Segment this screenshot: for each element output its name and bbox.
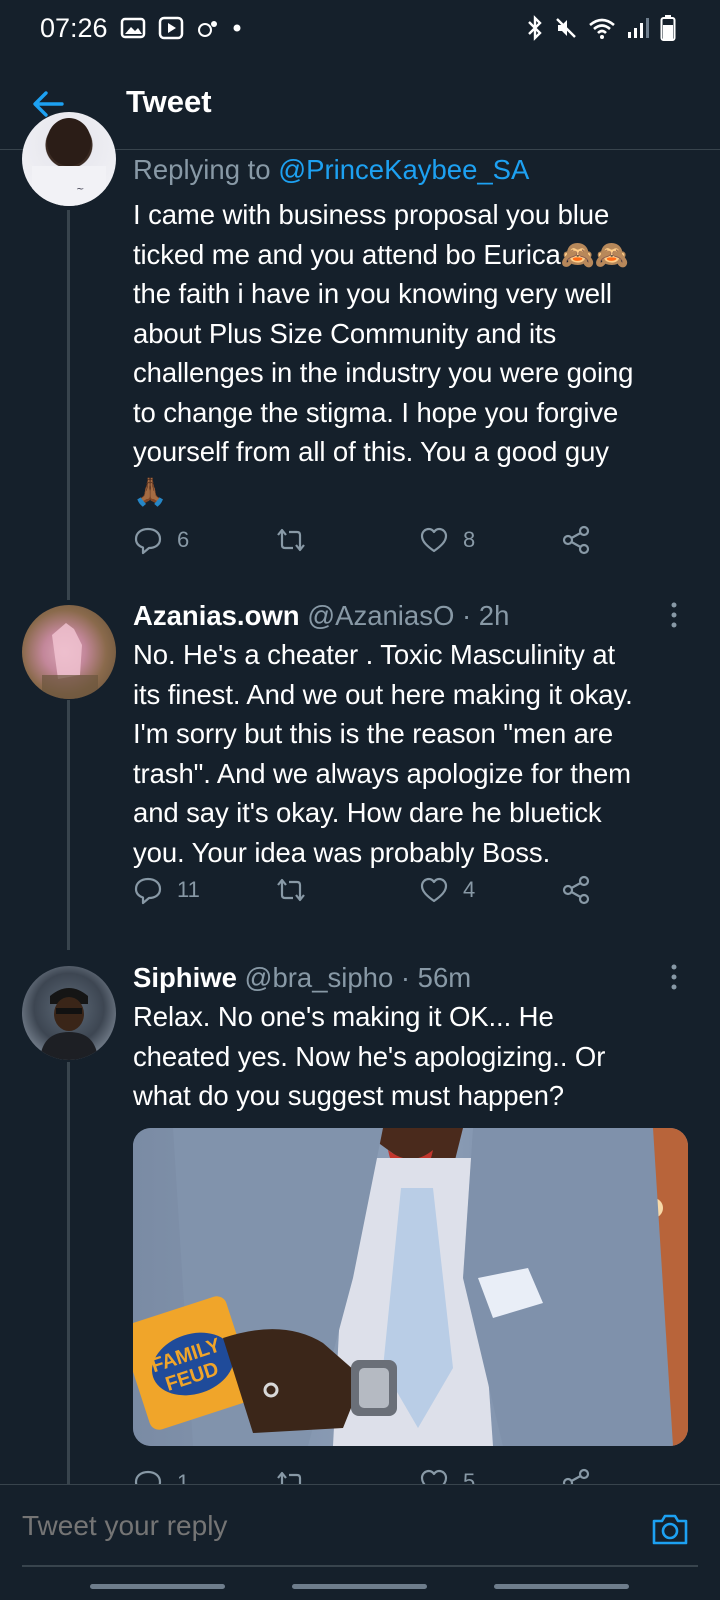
tweet-content: Azanias.own @AzaniasO · 2h No. He's a ch…: [133, 596, 690, 872]
more-options-button[interactable]: [662, 962, 686, 992]
avatar[interactable]: ~: [22, 112, 116, 206]
dot-icon: [232, 23, 242, 33]
reply-icon: [134, 877, 162, 905]
battery-icon: [660, 14, 676, 42]
like-count: 8: [463, 527, 476, 552]
avatar[interactable]: [22, 605, 116, 699]
retweet-icon: [277, 1471, 302, 1484]
camera-icon: [652, 1514, 688, 1545]
replying-to-handle[interactable]: @PrinceKaybee_SA: [278, 154, 529, 185]
status-bar: 07:26: [0, 0, 720, 56]
status-time: 07:26: [40, 12, 108, 43]
share-icon: [562, 525, 590, 555]
status-left: 07:26: [40, 13, 242, 44]
tweet-content: Replying to @PrinceKaybee_SA I came with…: [133, 150, 690, 511]
share-button[interactable]: [561, 875, 591, 905]
signal-notification-icon: [196, 18, 220, 38]
nav-home-button[interactable]: [292, 1584, 427, 1589]
reply-composer: [0, 1484, 720, 1574]
tweet-text: I came with business proposal you blue t…: [133, 199, 634, 507]
tweet-text: No. He's a cheater . Toxic Masculinity a…: [133, 639, 633, 868]
replying-to-line: Replying to @PrinceKaybee_SA: [133, 150, 690, 189]
more-options-button[interactable]: [662, 600, 686, 630]
page-title: Tweet: [126, 84, 212, 119]
retweet-button[interactable]: [273, 1468, 323, 1484]
tweet-actions: 6 8: [133, 520, 603, 560]
reply-button[interactable]: 6: [133, 525, 189, 555]
reply-icon: [134, 527, 162, 555]
handle-and-time: @bra_sipho · 56m: [236, 962, 472, 993]
reply-input[interactable]: [22, 1503, 622, 1549]
reply-count: 11: [177, 877, 200, 902]
bluetooth-icon: [526, 15, 544, 41]
camera-button[interactable]: [650, 1511, 690, 1547]
nav-recents-button[interactable]: [90, 1584, 225, 1589]
share-icon: [562, 875, 590, 905]
tweet[interactable]: ~ Replying to @PrinceKaybee_SA I came wi…: [0, 112, 720, 570]
tweet-content: Siphiwe @bra_sipho · 56m Relax. No one's…: [133, 958, 690, 1116]
like-button[interactable]: 8: [419, 526, 475, 554]
retweet-icon: [277, 528, 305, 552]
like-button[interactable]: 4: [419, 876, 475, 904]
like-count: 4: [463, 877, 476, 902]
heart-icon: [420, 527, 448, 553]
handle-and-time: @AzaniasO · 2h: [299, 600, 510, 631]
reply-count: 6: [177, 527, 190, 552]
share-icon: [562, 1468, 590, 1484]
reply-button[interactable]: 1: [133, 1468, 189, 1484]
tweet-media-image[interactable]: FAMILY FEUD: [133, 1128, 688, 1446]
like-count: 5: [463, 1469, 476, 1484]
share-button[interactable]: [561, 1468, 591, 1484]
reply-count: 1: [177, 1470, 190, 1484]
replying-to-label: Replying to: [133, 154, 279, 185]
tweet-header: Azanias.own @AzaniasO · 2h: [133, 596, 690, 635]
svg-text:~: ~: [76, 184, 84, 195]
status-right: [526, 14, 676, 42]
avatar[interactable]: [22, 966, 116, 1060]
display-name[interactable]: Siphiwe: [133, 962, 237, 993]
wifi-icon: [588, 16, 616, 40]
retweet-button[interactable]: [273, 875, 323, 905]
tweet-actions: 11 4: [133, 870, 603, 910]
composer-underline: [22, 1565, 698, 1567]
heart-icon: [420, 877, 448, 903]
mute-icon: [554, 16, 578, 40]
reply-button[interactable]: 11: [133, 875, 200, 905]
nav-back-button[interactable]: [494, 1584, 629, 1589]
cell-signal-icon: [626, 16, 650, 40]
tweet[interactable]: Azanias.own @AzaniasO · 2h No. He's a ch…: [0, 596, 720, 936]
tweet-text: Relax. No one's making it OK... He cheat…: [133, 1001, 606, 1111]
display-name[interactable]: Azanias.own: [133, 600, 300, 631]
retweet-button[interactable]: [273, 525, 323, 555]
tweet-actions: 1 5: [133, 1462, 603, 1484]
like-button[interactable]: 5: [419, 1468, 475, 1484]
more-vertical-icon: [671, 602, 677, 628]
system-nav-bar: [0, 1574, 720, 1600]
gallery-icon: [120, 17, 146, 39]
share-button[interactable]: [561, 525, 591, 555]
play-store-icon: [158, 16, 184, 40]
reply-icon: [134, 1470, 162, 1484]
retweet-icon: [277, 878, 305, 902]
tweet-header: Siphiwe @bra_sipho · 56m: [133, 958, 690, 997]
more-vertical-icon: [671, 964, 677, 990]
heart-icon: [420, 1469, 448, 1484]
